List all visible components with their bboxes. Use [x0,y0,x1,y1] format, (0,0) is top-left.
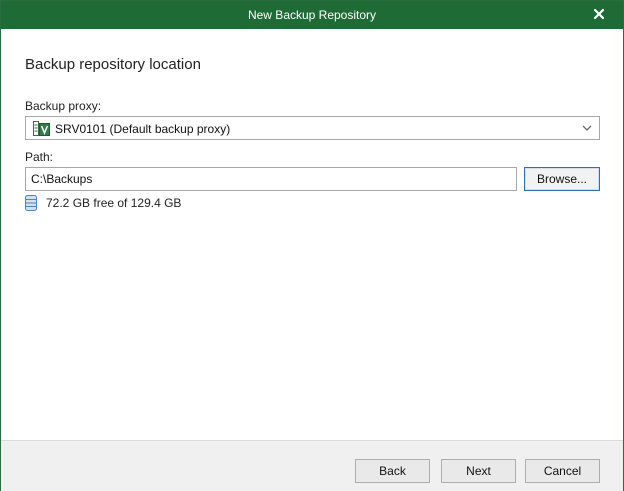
page-heading: Backup repository location [25,56,201,73]
backup-proxy-label: Backup proxy: [25,99,102,113]
backup-proxy-select[interactable]: SRV0101 (Default backup proxy) [25,116,600,140]
next-button[interactable]: Next [441,459,516,483]
path-label: Path: [25,150,54,164]
new-backup-repository-dialog: New Backup Repository Backup repository … [0,0,624,491]
database-icon [25,195,37,211]
window-title: New Backup Repository [247,8,377,22]
close-button[interactable] [591,6,607,22]
close-icon [593,8,605,20]
cancel-button[interactable]: Cancel [525,459,600,483]
chevron-down-icon [582,125,592,131]
dialog-footer: Back Next Cancel [1,440,623,491]
backup-proxy-selected-value: SRV0101 (Default backup proxy) [55,122,231,136]
free-space-text: 72.2 GB free of 129.4 GB [46,196,182,210]
back-button[interactable]: Back [355,459,430,483]
path-input[interactable] [25,167,517,191]
browse-button[interactable]: Browse... [524,167,600,191]
backup-proxy-server-icon [33,121,50,136]
title-bar: New Backup Repository [1,1,623,29]
